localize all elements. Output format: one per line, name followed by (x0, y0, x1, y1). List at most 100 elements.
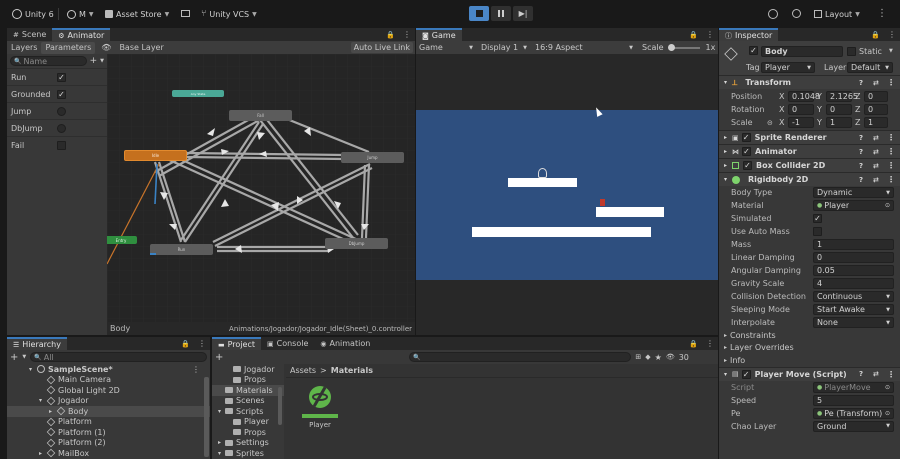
sprite-renderer-header[interactable]: ▸ ▣ ✓ Sprite Renderer ? ⇄ ⋮ (719, 130, 900, 144)
property-field[interactable]: 0 (813, 252, 894, 263)
transform-header[interactable]: ▾ ⟂ Transform ? ⇄ ⋮ (719, 75, 900, 89)
property-dropdown[interactable]: None ▼ (813, 317, 894, 328)
property-dropdown[interactable]: Continuous ▼ (813, 291, 894, 302)
more-menu-icon[interactable]: ⋮ (887, 175, 895, 184)
object-name-field[interactable]: Body (761, 46, 843, 57)
foldout-row[interactable]: ▸ Constraints (719, 329, 900, 342)
rotation-x-field[interactable]: 0 (788, 104, 814, 115)
asset-store-button[interactable]: Asset Store ▼ (105, 7, 169, 21)
property-checkbox[interactable] (813, 227, 822, 236)
more-menu-icon[interactable]: ⋮ (887, 370, 895, 379)
tab-hierarchy[interactable]: ☰ Hierarchy (7, 337, 67, 350)
project-folder-item[interactable]: Props (212, 427, 284, 438)
animator-enabled-checkbox[interactable]: ✓ (742, 147, 752, 156)
property-field[interactable]: 0.05 (813, 265, 894, 276)
hierarchy-item[interactable]: Main Camera (7, 375, 210, 386)
foldout-row[interactable]: ▸ Layer Overrides (719, 342, 900, 355)
hierarchy-item[interactable]: ▸ MailBox (7, 448, 210, 459)
project-folder-item[interactable]: ▾ Scripts (212, 406, 284, 417)
history-icon[interactable] (768, 9, 778, 19)
static-checkbox[interactable] (847, 47, 856, 56)
rotation-y-field[interactable]: 0 (826, 104, 852, 115)
parameter-bool-checkbox[interactable]: ✓ (57, 72, 66, 82)
hierarchy-item[interactable]: Platform (2) (7, 438, 210, 449)
more-menu-icon[interactable]: ⋮ (887, 78, 895, 87)
add-object-button[interactable]: + (10, 352, 18, 363)
package-manager-icon[interactable] (181, 10, 190, 17)
link-icon[interactable]: ⊝ (767, 119, 779, 127)
preset-icon[interactable]: ⇄ (873, 148, 879, 156)
eye-icon[interactable]: 👁 (101, 43, 111, 52)
hierarchy-item[interactable]: ▾ SampleScene* ⋮ (7, 364, 210, 375)
unity-menu-button[interactable]: Unity 6 (12, 7, 54, 21)
parameter-search-input[interactable]: 🔍 Name (10, 56, 87, 66)
property-object-field[interactable]: ● Pe (Transform) ⊙ (813, 407, 894, 419)
animator-graph[interactable]: Any State Fall Idle Jump Run DbJump Entr… (107, 54, 415, 322)
parameter-trigger-radio[interactable] (57, 106, 66, 116)
tab-game[interactable]: ◙ Game (416, 28, 462, 41)
box-collider-header[interactable]: ▸ ✓ Box Collider 2D ? ⇄ ⋮ (719, 158, 900, 172)
lock-icon[interactable]: 🔒 (181, 340, 190, 348)
more-menu-icon[interactable]: ⋮ (198, 339, 206, 348)
property-object-field[interactable]: ● Player ⊙ (813, 200, 894, 211)
add-asset-button[interactable]: + (215, 352, 223, 363)
object-picker-icon[interactable]: ⊙ (885, 202, 890, 209)
position-x-field[interactable]: 0.1048 (788, 91, 820, 102)
object-picker-icon[interactable]: ⊙ (885, 410, 890, 417)
preset-icon[interactable]: ⇄ (873, 134, 879, 142)
help-icon[interactable]: ? (859, 162, 863, 170)
play-button[interactable] (469, 6, 489, 21)
parameter-row[interactable]: Run ✓ (7, 68, 107, 85)
animator-component-header[interactable]: ▸ ⋈ ✓ Animator ? ⇄ ⋮ (719, 144, 900, 158)
state-run[interactable]: Run (150, 244, 213, 255)
state-dbjump[interactable]: DbJump (325, 238, 388, 249)
breadcrumb-assets[interactable]: Assets (290, 366, 316, 375)
property-field[interactable]: 4 (813, 278, 894, 289)
preset-icon[interactable]: ⇄ (873, 162, 879, 170)
project-folder-item[interactable]: Materials (212, 385, 284, 396)
pause-button[interactable] (491, 6, 511, 21)
state-fall[interactable]: Fall (229, 110, 292, 121)
parameter-bool-checkbox[interactable] (57, 140, 66, 150)
tab-project[interactable]: ▬ Project (212, 337, 261, 350)
lock-icon[interactable]: 🔒 (386, 31, 395, 39)
more-menu-icon[interactable]: ⋮ (887, 133, 895, 142)
tab-parameters[interactable]: Parameters (41, 41, 96, 54)
tab-animator[interactable]: ⚙ Animator (52, 28, 111, 41)
parameter-row[interactable]: Grounded ✓ (7, 85, 107, 102)
project-folder-item[interactable]: Player (212, 417, 284, 428)
property-field[interactable]: 1 (813, 239, 894, 250)
project-folder-item[interactable]: ▸ Settings (212, 438, 284, 449)
aspect-dropdown[interactable]: 16:9 Aspect ▼ (532, 43, 636, 52)
parameter-bool-checkbox[interactable]: ✓ (57, 89, 66, 99)
state-jump[interactable]: Jump (341, 152, 404, 163)
box-collider-enabled-checkbox[interactable]: ✓ (743, 161, 753, 170)
more-menu-icon[interactable]: ⋮ (888, 30, 896, 39)
breadcrumb-base-layer[interactable]: Base Layer (119, 43, 163, 52)
state-entry[interactable]: Entry (107, 236, 137, 244)
more-menu-icon[interactable]: ⋮ (877, 8, 887, 19)
scale-y-field[interactable]: 1 (826, 117, 852, 128)
auto-live-link-button[interactable]: Auto Live Link (350, 42, 413, 53)
tab-layers[interactable]: Layers (7, 42, 41, 54)
property-dropdown[interactable]: Start Awake ▼ (813, 304, 894, 315)
more-menu-icon[interactable]: ⋮ (706, 30, 714, 39)
help-icon[interactable]: ? (859, 79, 863, 87)
project-folder-item[interactable]: Props (212, 375, 284, 386)
preset-icon[interactable]: ⇄ (873, 176, 879, 184)
more-menu-icon[interactable]: ⋮ (403, 30, 411, 39)
scale-slider-handle[interactable] (667, 43, 675, 51)
foldout-arrow-icon[interactable]: ▾ (218, 450, 225, 457)
more-menu-icon[interactable]: ⋮ (192, 365, 200, 374)
preset-icon[interactable]: ⇄ (873, 79, 879, 87)
project-folder-item[interactable]: Jogador (212, 364, 284, 375)
preset-icon[interactable]: ⇄ (873, 370, 879, 378)
add-parameter-button[interactable]: + (90, 56, 98, 66)
rigidbody-header[interactable]: ▾ Rigidbody 2D ? ⇄ ⋮ (719, 172, 900, 186)
sprite-renderer-enabled-checkbox[interactable]: ✓ (741, 133, 751, 142)
layout-dropdown[interactable]: Layout ▼ (814, 7, 860, 21)
object-picker-icon[interactable]: ⊙ (885, 384, 890, 391)
property-object-field[interactable]: ● PlayerMove ⊙ (813, 381, 894, 393)
object-active-checkbox[interactable]: ✓ (749, 46, 758, 55)
player-move-header[interactable]: ▾ ▤ ✓ Player Move (Script) ? ⇄ ⋮ (719, 366, 900, 381)
